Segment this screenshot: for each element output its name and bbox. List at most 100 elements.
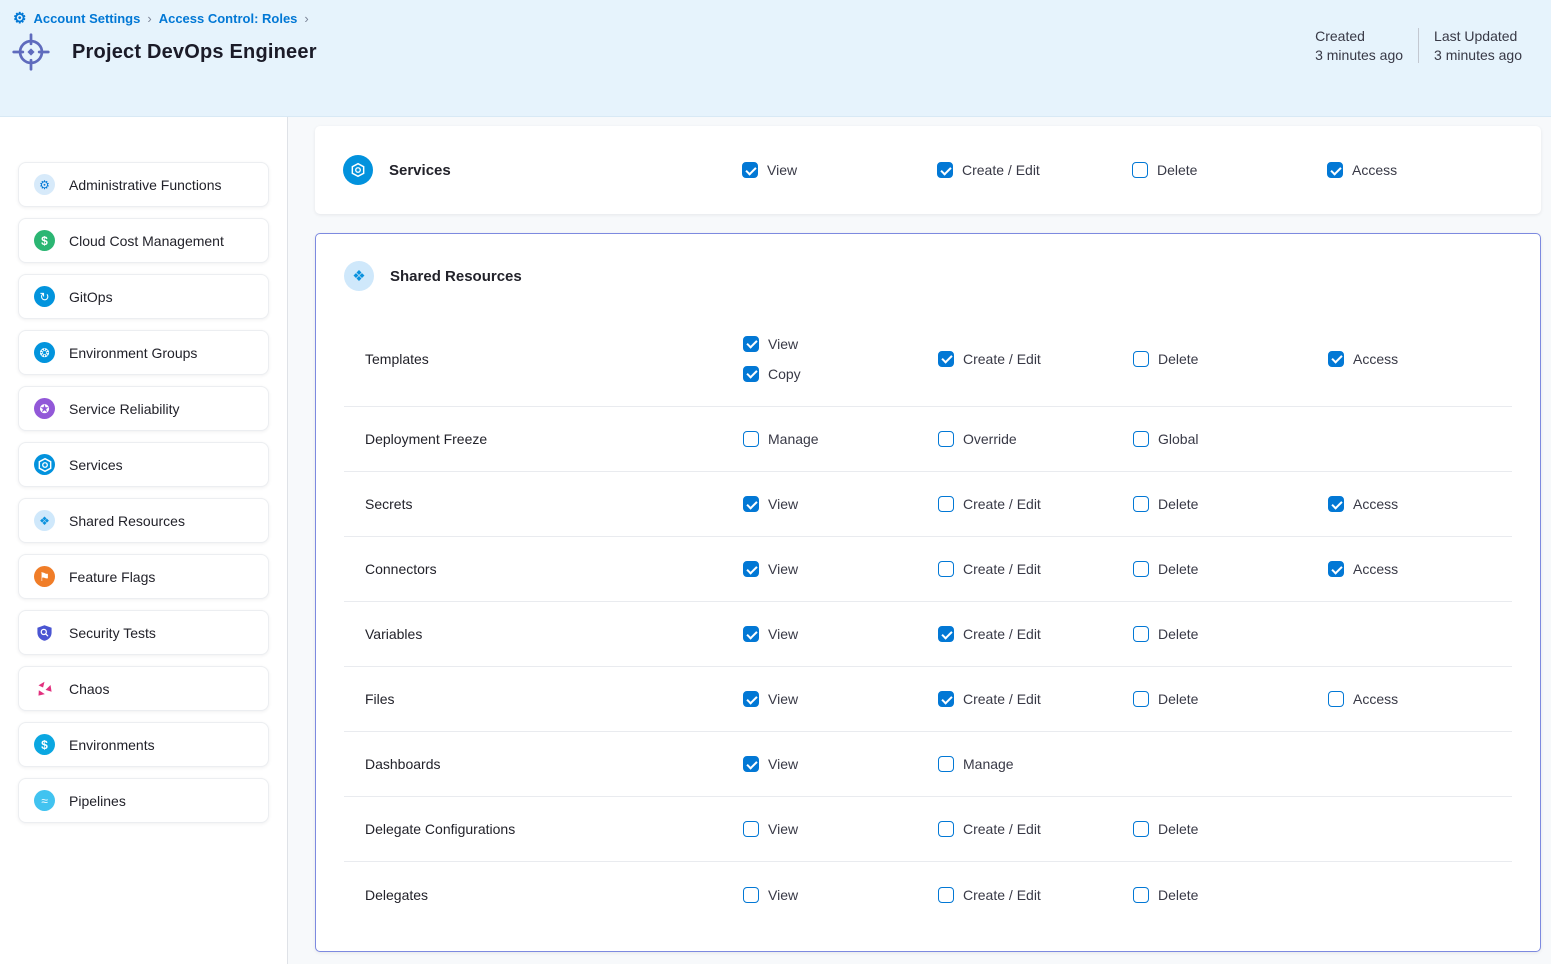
permission-cell	[1328, 754, 1512, 774]
delegate-configurations-view-permission: View	[743, 821, 798, 837]
files-delete-checkbox[interactable]	[1133, 691, 1149, 707]
settings-gear-icon: ⚙	[13, 11, 26, 26]
deployment-freeze-manage-checkbox[interactable]	[743, 431, 759, 447]
sidebar-item-label: Environments	[69, 737, 155, 753]
connectors-delete-permission: Delete	[1133, 561, 1198, 577]
deployment-freeze-global-permission: Global	[1133, 431, 1198, 447]
deployment-freeze-override-checkbox[interactable]	[938, 431, 954, 447]
resource-row-label: Dashboards	[344, 756, 743, 772]
sidebar-item-administrative-functions[interactable]: ⚙Administrative Functions	[18, 162, 269, 207]
sidebar-item-services[interactable]: Services	[18, 442, 269, 487]
services-create-edit-checkbox[interactable]	[937, 162, 953, 178]
variables-create-edit-permission: Create / Edit	[938, 626, 1041, 642]
services-card-header: Services	[343, 155, 742, 185]
checkbox-label: Override	[963, 431, 1017, 447]
services-icon	[343, 155, 373, 185]
variables-view-checkbox[interactable]	[743, 626, 759, 642]
resource-row-label: Variables	[344, 626, 743, 642]
variables-create-edit-checkbox[interactable]	[938, 626, 954, 642]
files-view-checkbox[interactable]	[743, 691, 759, 707]
services-delete-checkbox[interactable]	[1132, 162, 1148, 178]
variables-delete-checkbox[interactable]	[1133, 626, 1149, 642]
sidebar-item-label: Pipelines	[69, 793, 126, 809]
sidebar-item-security-tests[interactable]: Security Tests	[18, 610, 269, 655]
connectors-delete-checkbox[interactable]	[1133, 561, 1149, 577]
resource-row-label: Delegates	[344, 887, 743, 903]
permission-cell: View	[743, 681, 938, 717]
permission-cell: Access	[1328, 486, 1512, 522]
shared-resources-icon: ❖	[344, 261, 374, 291]
sidebar-item-label: Feature Flags	[69, 569, 155, 585]
sidebar-item-shared-resources[interactable]: ❖Shared Resources	[18, 498, 269, 543]
checkbox-label: Create / Edit	[963, 626, 1041, 642]
shared-resources-card-title: Shared Resources	[390, 268, 522, 285]
permission-cell: Create / Edit	[938, 681, 1133, 717]
delegates-delete-checkbox[interactable]	[1133, 887, 1149, 903]
delegate-configurations-delete-checkbox[interactable]	[1133, 821, 1149, 837]
templates-view-checkbox[interactable]	[743, 336, 759, 352]
permission-cell	[1328, 885, 1512, 905]
sidebar-item-label: Security Tests	[69, 625, 156, 641]
services-create-edit-permission: Create / Edit	[937, 162, 1040, 178]
delegates-view-checkbox[interactable]	[743, 887, 759, 903]
sidebar-item-chaos[interactable]: Chaos	[18, 666, 269, 711]
last-updated-label: Last Updated	[1434, 28, 1522, 44]
checkbox-label: Delete	[1158, 887, 1198, 903]
sidebar-item-cloud-cost-management[interactable]: $Cloud Cost Management	[18, 218, 269, 263]
dashboards-view-checkbox[interactable]	[743, 756, 759, 772]
breadcrumb-access-control-roles[interactable]: Access Control: Roles	[159, 11, 298, 26]
chaos-icon	[34, 678, 55, 699]
checkbox-label: Access	[1353, 496, 1398, 512]
permission-cell	[1328, 819, 1512, 839]
permission-cell: Override	[938, 421, 1133, 457]
delegates-create-edit-checkbox[interactable]	[938, 887, 954, 903]
templates-delete-permission: Delete	[1133, 351, 1198, 367]
dashboards-manage-checkbox[interactable]	[938, 756, 954, 772]
secrets-create-edit-checkbox[interactable]	[938, 496, 954, 512]
sidebar-item-service-reliability[interactable]: ✪Service Reliability	[18, 386, 269, 431]
delegate-configurations-create-edit-checkbox[interactable]	[938, 821, 954, 837]
services-view-checkbox[interactable]	[742, 162, 758, 178]
templates-access-checkbox[interactable]	[1328, 351, 1344, 367]
files-access-checkbox[interactable]	[1328, 691, 1344, 707]
permission-cell: View	[743, 746, 938, 782]
deployment-freeze-global-checkbox[interactable]	[1133, 431, 1149, 447]
resource-row-connectors: ConnectorsViewCreate / EditDeleteAccess	[344, 537, 1512, 602]
services-access-checkbox[interactable]	[1327, 162, 1343, 178]
sidebar-item-label: Services	[69, 457, 123, 473]
delegate-configurations-create-edit-permission: Create / Edit	[938, 821, 1041, 837]
permissions-main: Services View Create / Edit Delete Access ❖…	[288, 117, 1551, 964]
sidebar-item-gitops[interactable]: ↻GitOps	[18, 274, 269, 319]
resource-row-files: FilesViewCreate / EditDeleteAccess	[344, 667, 1512, 732]
files-create-edit-checkbox[interactable]	[938, 691, 954, 707]
resource-row-label: Delegate Configurations	[344, 821, 743, 837]
checkbox-label: View	[768, 561, 798, 577]
sidebar-item-environment-groups[interactable]: ❂Environment Groups	[18, 330, 269, 375]
delegate-configurations-view-checkbox[interactable]	[743, 821, 759, 837]
checkbox-label: Manage	[768, 431, 819, 447]
sidebar-item-label: Environment Groups	[69, 345, 197, 361]
templates-delete-checkbox[interactable]	[1133, 351, 1149, 367]
templates-create-edit-checkbox[interactable]	[938, 351, 954, 367]
environments-icon: $	[34, 734, 55, 755]
connectors-create-edit-checkbox[interactable]	[938, 561, 954, 577]
checkbox-label: Delete	[1158, 496, 1198, 512]
secrets-delete-checkbox[interactable]	[1133, 496, 1149, 512]
sidebar-item-environments[interactable]: $ Environments	[18, 722, 269, 767]
gitops-icon: ↻	[34, 286, 55, 307]
permission-cell	[1133, 754, 1328, 774]
breadcrumb-account-settings[interactable]: Account Settings	[33, 11, 140, 26]
permission-cell: Delete	[1133, 877, 1328, 913]
sidebar-item-feature-flags[interactable]: ⚑Feature Flags	[18, 554, 269, 599]
last-updated-block: Last Updated 3 minutes ago	[1419, 28, 1537, 63]
sidebar-item-pipelines[interactable]: ≈Pipelines	[18, 778, 269, 823]
secrets-view-checkbox[interactable]	[743, 496, 759, 512]
connectors-view-checkbox[interactable]	[743, 561, 759, 577]
secrets-access-checkbox[interactable]	[1328, 496, 1344, 512]
permission-cell: Delete	[1133, 681, 1328, 717]
templates-copy-checkbox[interactable]	[743, 366, 759, 382]
checkbox-label: Create / Edit	[963, 691, 1041, 707]
checkbox-label: Access	[1353, 351, 1398, 367]
checkbox-label: View	[768, 691, 798, 707]
connectors-access-checkbox[interactable]	[1328, 561, 1344, 577]
